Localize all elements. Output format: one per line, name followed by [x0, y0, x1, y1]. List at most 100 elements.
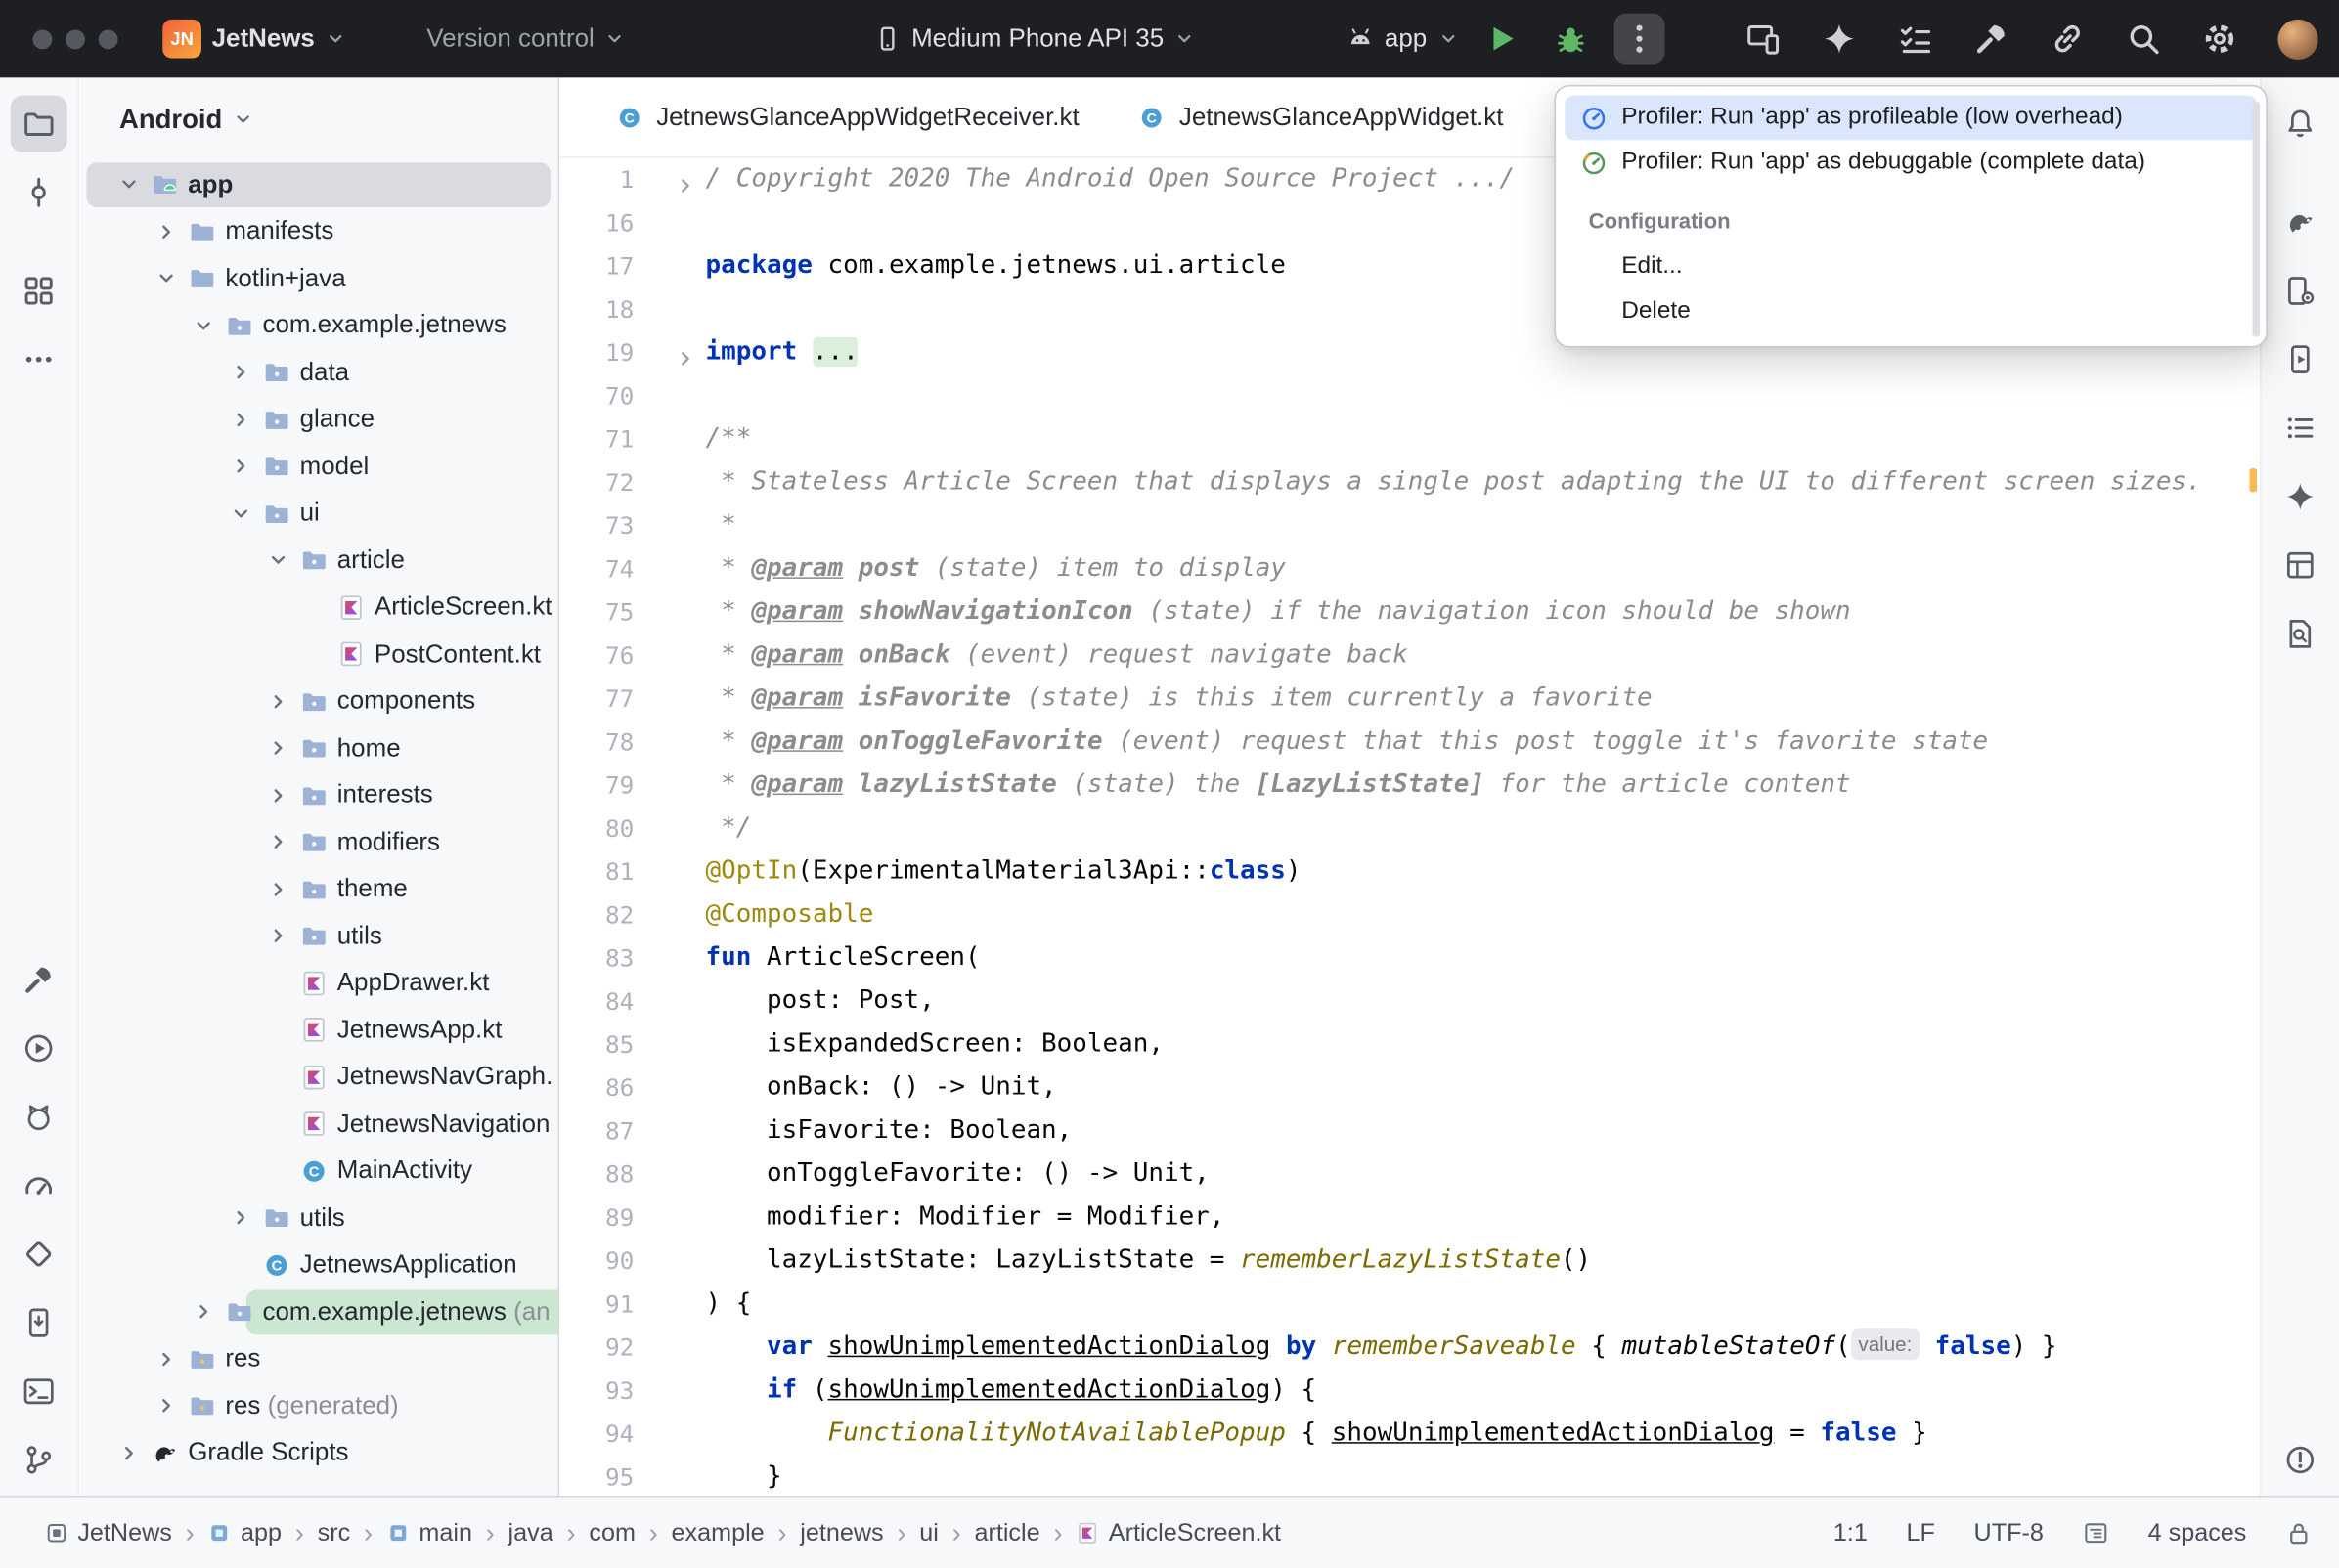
find-usages-tool-button[interactable]: [2272, 605, 2328, 662]
tree-item-gradle-scripts[interactable]: Gradle Scripts: [79, 1429, 558, 1476]
run-configurations-list-button[interactable]: [1897, 21, 1933, 57]
breadcrumb-articlescreen-kt[interactable]: ArticleScreen.kt: [1076, 1519, 1281, 1547]
breadcrumb-app[interactable]: app: [207, 1519, 282, 1547]
line-separator[interactable]: LF: [1906, 1519, 1934, 1547]
code-text[interactable]: */: [706, 806, 2262, 849]
tree-item-jetnewsapplication[interactable]: CJetnewsApplication: [79, 1241, 558, 1288]
commit-tool-button[interactable]: [11, 164, 67, 221]
tree-item-appdrawer-kt[interactable]: AppDrawer.kt: [79, 960, 558, 1007]
tree-item-jetnewsnavgraph[interactable]: JetnewsNavGraph.: [79, 1054, 558, 1101]
chevron-right-icon[interactable]: [230, 1207, 263, 1230]
chevron-right-icon[interactable]: [155, 1395, 189, 1417]
code-text[interactable]: @OptIn(ExperimentalMaterial3Api::class): [706, 850, 2262, 893]
close-window-button[interactable]: [33, 29, 53, 49]
chevron-right-icon[interactable]: [267, 784, 300, 806]
tree-item-jetnewsnavigation[interactable]: JetnewsNavigation: [79, 1101, 558, 1148]
code-text[interactable]: ) {: [706, 1283, 2262, 1326]
settings-button[interactable]: [2202, 21, 2238, 57]
breadcrumb-java[interactable]: java: [508, 1519, 553, 1547]
search-everywhere-button[interactable]: [2126, 21, 2162, 57]
code-text[interactable]: post: Post,: [706, 980, 2262, 1023]
code-text[interactable]: fun ArticleScreen(: [706, 936, 2262, 980]
delete-configuration-item[interactable]: Delete: [1565, 289, 2257, 334]
tree-item-glance[interactable]: glance: [79, 396, 558, 443]
more-run-options-button[interactable]: [1613, 14, 1664, 65]
code-text[interactable]: onToggleFavorite: () -> Unit,: [706, 1153, 2262, 1196]
chevron-down-icon[interactable]: [230, 502, 263, 525]
pull-requests-button[interactable]: [2050, 21, 2086, 57]
chevron-right-icon[interactable]: [118, 1442, 152, 1464]
breadcrumb-jetnews[interactable]: JetNews: [45, 1519, 172, 1547]
code-text[interactable]: * @param lazyListState (state) the [Lazy…: [706, 763, 2262, 806]
layout-inspector-tool-button[interactable]: [2272, 537, 2328, 593]
tree-item-kotlin-java[interactable]: kotlin+java: [79, 255, 558, 302]
run-tool-button[interactable]: [11, 1020, 67, 1076]
build-tool-button[interactable]: [11, 951, 67, 1008]
caret-position[interactable]: 1:1: [1833, 1519, 1868, 1547]
avatar[interactable]: [2277, 19, 2317, 59]
chevron-right-icon[interactable]: [267, 925, 300, 947]
project-tool-button[interactable]: [11, 96, 67, 152]
code-text[interactable]: @Composable: [706, 893, 2262, 936]
tree-item-articlescreen-kt[interactable]: ArticleScreen.kt: [79, 584, 558, 631]
structure-tool-button[interactable]: [11, 262, 67, 319]
app-quality-insights-tool-button[interactable]: [11, 1226, 67, 1283]
tree-item-manifests[interactable]: manifests: [79, 208, 558, 255]
tree-item-res-generated[interactable]: res (generated): [79, 1382, 558, 1429]
breadcrumb-jetnews[interactable]: jetnews: [800, 1519, 883, 1547]
breadcrumb-article[interactable]: article: [974, 1519, 1039, 1547]
tree-item-components[interactable]: components: [79, 677, 558, 724]
editor-tab-jetnewsglanceappwidget-kt[interactable]: CJetnewsGlanceAppWidget.kt: [1109, 77, 1533, 156]
zoom-window-button[interactable]: [99, 29, 118, 49]
tree-item-article[interactable]: article: [79, 537, 558, 584]
tree-item-res[interactable]: res: [79, 1335, 558, 1382]
reader-mode-icon[interactable]: [2083, 1519, 2109, 1546]
device-explorer-tool-button[interactable]: [11, 1294, 67, 1351]
fold-marker[interactable]: [634, 331, 705, 374]
vcs-widget[interactable]: Version control: [412, 14, 640, 65]
chevron-right-icon[interactable]: [267, 831, 300, 853]
profiler-run-profileable-item[interactable]: Profiler: Run 'app' as profileable (low …: [1565, 96, 2257, 141]
profiler-run-debuggable-item[interactable]: Profiler: Run 'app' as debuggable (compl…: [1565, 140, 2257, 185]
code-text[interactable]: [706, 374, 2262, 417]
chevron-right-icon[interactable]: [267, 737, 300, 760]
device-manager-tool-button[interactable]: [2272, 262, 2328, 319]
chevron-down-icon[interactable]: [155, 267, 189, 289]
profiler-tool-button[interactable]: [11, 1157, 67, 1214]
build-button[interactable]: [1973, 21, 2009, 57]
code-text[interactable]: * @param post (state) item to display: [706, 547, 2262, 590]
chevron-right-icon[interactable]: [193, 1301, 226, 1324]
device-selector[interactable]: Medium Phone API 35: [860, 14, 1211, 65]
run-configuration-selector[interactable]: app: [1347, 23, 1458, 54]
gemini-button[interactable]: [1822, 21, 1858, 57]
chevron-right-icon[interactable]: [230, 362, 263, 384]
tree-item-home[interactable]: home: [79, 724, 558, 771]
problems-tool-button[interactable]: [2272, 1431, 2328, 1488]
tree-item-com-example-jetnews[interactable]: com.example.jetnews: [79, 302, 558, 349]
chevron-right-icon[interactable]: [155, 1348, 189, 1371]
notifications-tool-button[interactable]: [2272, 96, 2328, 152]
debug-button[interactable]: [1545, 14, 1596, 65]
code-text[interactable]: *: [706, 504, 2262, 547]
tree-item-data[interactable]: data: [79, 349, 558, 396]
minimize-window-button[interactable]: [66, 29, 85, 49]
gemini-assistant-tool-button[interactable]: [2272, 468, 2328, 525]
tree-item-postcontent-kt[interactable]: PostContent.kt: [79, 631, 558, 677]
breadcrumb-src[interactable]: src: [318, 1519, 351, 1547]
tree-item-theme[interactable]: theme: [79, 866, 558, 913]
code-text[interactable]: * @param isFavorite (state) is this item…: [706, 677, 2262, 720]
code-text[interactable]: * @param onToggleFavorite (event) reques…: [706, 720, 2262, 763]
chevron-down-icon[interactable]: [193, 314, 226, 336]
breadcrumb-com[interactable]: com: [589, 1519, 636, 1547]
code-text[interactable]: * @param onBack (event) request navigate…: [706, 633, 2262, 676]
tree-item-ui[interactable]: ui: [79, 490, 558, 537]
chevron-down-icon[interactable]: [118, 173, 152, 196]
tree-item-utils[interactable]: utils: [79, 1195, 558, 1241]
run-button[interactable]: [1477, 14, 1527, 65]
version-control-tool-button[interactable]: [11, 1431, 67, 1488]
code-text[interactable]: * @param showNavigationIcon (state) if t…: [706, 590, 2262, 633]
tree-item-interests[interactable]: interests: [79, 771, 558, 818]
code-text[interactable]: isFavorite: Boolean,: [706, 1110, 2262, 1153]
code-text[interactable]: * Stateless Article Screen that displays…: [706, 460, 2262, 503]
breadcrumb-example[interactable]: example: [672, 1519, 765, 1547]
